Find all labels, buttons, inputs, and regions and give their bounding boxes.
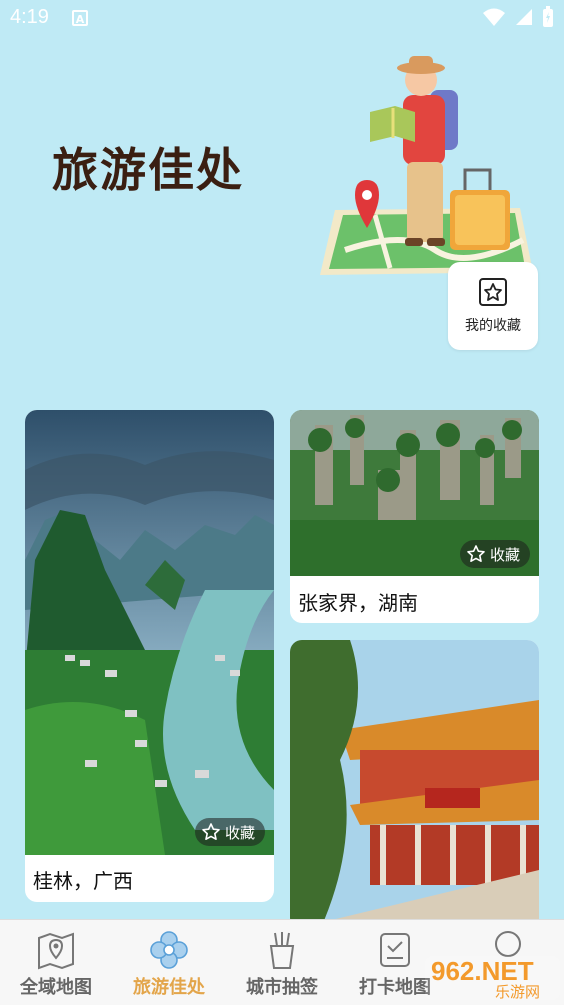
tab-global-map[interactable]: 全域地图 (0, 920, 112, 1005)
destination-card-temple[interactable] (290, 640, 539, 930)
tab-label: 打卡地图 (359, 977, 431, 998)
star-bookmark-icon (479, 278, 507, 306)
watermark-text: 962.NET (431, 956, 534, 986)
tab-city-lots[interactable]: 城市抽签 (226, 920, 338, 1005)
star-icon (467, 545, 485, 562)
tab-label: 旅游佳处 (133, 977, 205, 998)
tab-travel-spots[interactable]: 旅游佳处 (113, 920, 225, 1005)
my-favorites-label: 我的收藏 (465, 318, 521, 334)
card-caption-zhangjiajie: 张家界，湖南 (298, 591, 418, 615)
temple-photo (290, 640, 539, 930)
page-title: 旅游佳处 (52, 143, 244, 197)
save-label: 收藏 (490, 545, 521, 564)
checkin-icon (380, 933, 410, 967)
save-button-guilin[interactable]: 收藏 (195, 818, 266, 846)
save-label: 收藏 (225, 823, 256, 842)
lots-cup-icon (269, 932, 295, 969)
destination-card-zhangjiajie[interactable]: 收藏 张家界，湖南 (290, 410, 539, 623)
watermark-logo: 962.NET 乐游网 (425, 956, 560, 1000)
notification-icon: A (72, 10, 88, 26)
battery-icon (543, 6, 553, 27)
save-button-zhangjiajie[interactable]: 收藏 (460, 540, 531, 568)
card-caption-guilin: 桂林，广西 (33, 869, 133, 893)
watermark-subtext: 乐游网 (495, 983, 540, 1000)
traveler-illustration (320, 56, 533, 275)
status-bar: 4:19 A (0, 0, 564, 38)
signal-icon (516, 9, 532, 25)
map-icon (38, 932, 74, 970)
tab-label: 全域地图 (20, 977, 92, 998)
status-time: 4:19 (10, 6, 49, 28)
destination-card-guilin[interactable]: 收藏 桂林，广西 (25, 410, 274, 902)
flower-icon (150, 931, 188, 969)
tab-label: 城市抽签 (246, 977, 318, 998)
my-favorites-button[interactable]: 我的收藏 (448, 262, 538, 350)
star-icon (202, 823, 220, 840)
wifi-icon (483, 8, 505, 26)
guilin-photo (25, 410, 274, 855)
